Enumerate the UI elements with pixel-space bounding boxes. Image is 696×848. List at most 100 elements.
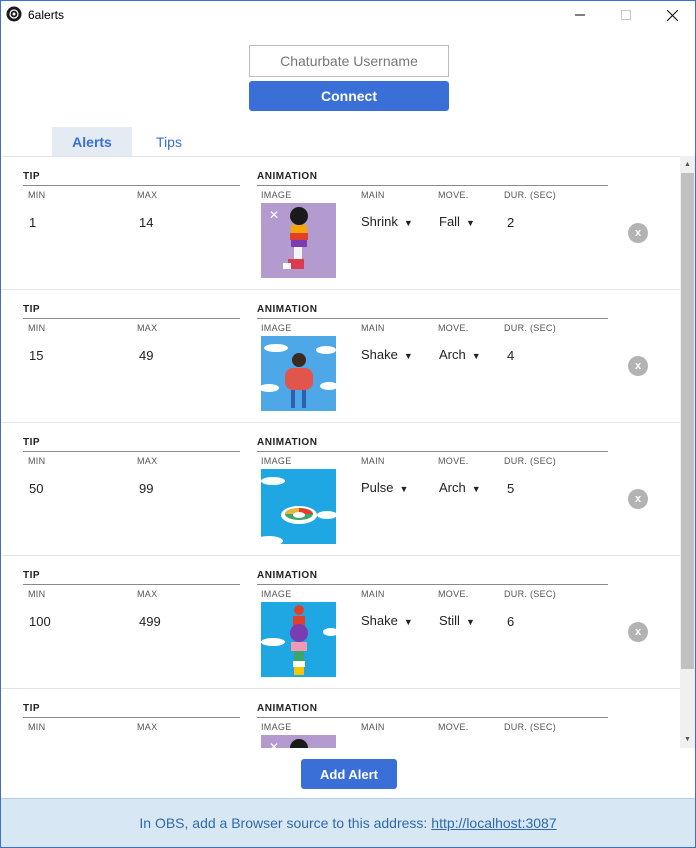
move-label: MOVE. [438, 190, 469, 200]
image-label: IMAGE [261, 323, 292, 333]
max-value[interactable]: 99 [139, 481, 153, 496]
remove-alert-button[interactable]: x [628, 223, 648, 243]
divider [257, 451, 608, 452]
minimize-icon [575, 14, 585, 16]
alert-row: TIP ANIMATION MIN MAX IMAGE MAIN MOVE. D… [1, 423, 680, 556]
main-animation-select[interactable]: Shake ▼ [361, 613, 413, 628]
duration-label: DUR. (SEC) [504, 456, 556, 466]
min-label: MIN [28, 190, 46, 200]
main-animation-select[interactable]: Shake ▼ [361, 347, 413, 362]
movement-value: Arch [439, 480, 466, 495]
divider [23, 717, 240, 718]
animation-image[interactable] [261, 469, 336, 544]
divider [23, 185, 240, 186]
min-value[interactable]: 100 [29, 614, 51, 629]
alert-row: TIP ANIMATION MIN MAX IMAGE MAIN MOVE. D… [1, 290, 680, 423]
animation-thumbnail-icon: ✕ [261, 203, 336, 278]
animation-header: ANIMATION [257, 570, 318, 581]
duration-value[interactable]: 2 [507, 215, 514, 230]
tab-tips[interactable]: Tips [132, 127, 206, 156]
remove-alert-button[interactable]: x [628, 356, 648, 376]
dropdown-arrow-icon: ▼ [403, 218, 413, 228]
scrollbar-thumb[interactable] [681, 173, 694, 669]
max-value[interactable]: 49 [139, 348, 153, 363]
main-animation-select[interactable]: Shrink ▼ [361, 214, 413, 229]
dropdown-arrow-icon: ▼ [465, 218, 475, 228]
dropdown-arrow-icon: ▼ [471, 484, 481, 494]
max-label: MAX [137, 589, 158, 599]
min-value[interactable]: 15 [29, 348, 43, 363]
maximize-icon [621, 10, 631, 20]
close-window-button[interactable] [649, 1, 695, 29]
minimize-button[interactable] [557, 1, 603, 29]
svg-text:✕: ✕ [269, 208, 279, 222]
animation-header: ANIMATION [257, 171, 318, 182]
main-animation-select[interactable]: Pulse ▼ [361, 480, 408, 495]
animation-image[interactable]: ✕ [261, 735, 336, 748]
divider [257, 185, 608, 186]
image-label: IMAGE [261, 456, 292, 466]
main-animation-value: Pulse [361, 480, 394, 495]
animation-image[interactable] [261, 602, 336, 677]
movement-select[interactable]: Still ▼ [439, 613, 475, 628]
dropdown-arrow-icon: ▼ [399, 484, 409, 494]
image-label: IMAGE [261, 722, 292, 732]
animation-image[interactable] [261, 336, 336, 411]
animation-header: ANIMATION [257, 437, 318, 448]
min-value[interactable]: 1 [29, 215, 36, 230]
main-animation-value: Shake [361, 347, 398, 362]
min-label: MIN [28, 323, 46, 333]
max-label: MAX [137, 722, 158, 732]
svg-text:✕: ✕ [269, 740, 279, 748]
min-value[interactable]: 50 [29, 481, 43, 496]
dropdown-arrow-icon: ▼ [403, 351, 413, 361]
alert-row: TIP ANIMATION MIN MAX IMAGE MAIN MOVE. D… [1, 689, 680, 748]
move-label: MOVE. [438, 722, 469, 732]
duration-label: DUR. (SEC) [504, 323, 556, 333]
max-label: MAX [137, 456, 158, 466]
max-value[interactable]: 14 [139, 215, 153, 230]
tip-header: TIP [23, 171, 41, 182]
main-animation-value: Shrink [361, 214, 398, 229]
app-window: 6alerts Connect Alerts Tips TIP ANIMATIO… [0, 0, 696, 848]
duration-value[interactable]: 5 [507, 481, 514, 496]
min-label: MIN [28, 722, 46, 732]
remove-alert-button[interactable]: x [628, 489, 648, 509]
image-label: IMAGE [261, 190, 292, 200]
image-label: IMAGE [261, 589, 292, 599]
movement-select[interactable]: Arch ▼ [439, 347, 481, 362]
main-label: MAIN [361, 589, 385, 599]
animation-header: ANIMATION [257, 304, 318, 315]
footer-banner: In OBS, add a Browser source to this add… [1, 798, 695, 847]
move-label: MOVE. [438, 589, 469, 599]
remove-alert-button[interactable]: x [628, 622, 648, 642]
scroll-up-icon[interactable]: ▲ [680, 156, 695, 173]
tab-alerts[interactable]: Alerts [52, 127, 132, 156]
localhost-link[interactable]: http://localhost:3087 [431, 815, 556, 831]
maximize-button[interactable] [603, 1, 649, 29]
animation-thumbnail-icon: ✕ [261, 735, 336, 748]
max-label: MAX [137, 190, 158, 200]
duration-value[interactable]: 6 [507, 614, 514, 629]
scroll-down-icon[interactable]: ▼ [680, 731, 695, 748]
main-label: MAIN [361, 722, 385, 732]
movement-select[interactable]: Fall ▼ [439, 214, 475, 229]
divider [257, 717, 608, 718]
username-input[interactable] [249, 45, 449, 77]
movement-select[interactable]: Arch ▼ [439, 480, 481, 495]
max-value[interactable]: 499 [139, 614, 161, 629]
divider [23, 318, 240, 319]
window-title: 6alerts [28, 8, 65, 22]
connect-button[interactable]: Connect [249, 81, 449, 111]
add-alert-button[interactable]: Add Alert [301, 759, 397, 789]
alert-row: TIP ANIMATION MIN MAX IMAGE MAIN MOVE. D… [1, 556, 680, 689]
title-bar: 6alerts [1, 1, 695, 29]
main-label: MAIN [361, 190, 385, 200]
close-icon [666, 9, 678, 21]
max-label: MAX [137, 323, 158, 333]
duration-value[interactable]: 4 [507, 348, 514, 363]
vertical-scrollbar[interactable]: ▲ ▼ [680, 156, 695, 748]
duration-label: DUR. (SEC) [504, 722, 556, 732]
animation-image[interactable]: ✕ [261, 203, 336, 278]
alerts-list: TIP ANIMATION MIN MAX IMAGE MAIN MOVE. D… [1, 156, 680, 748]
